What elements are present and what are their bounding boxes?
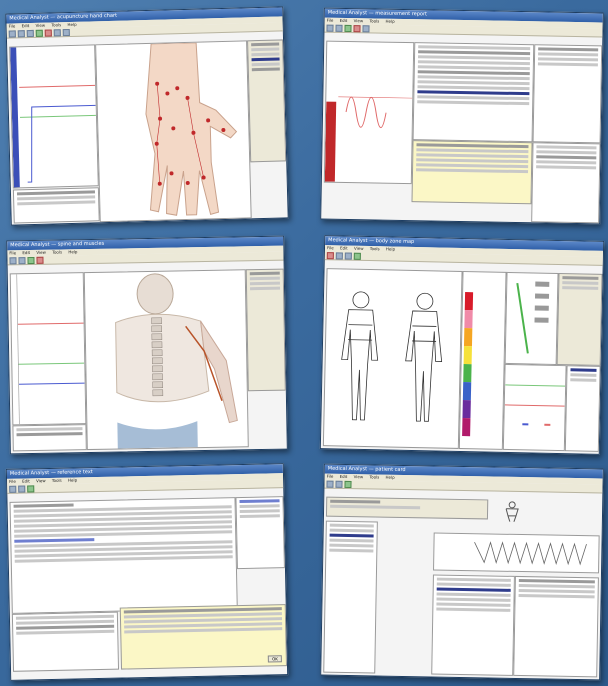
spine-diagram (83, 269, 249, 451)
stop-icon[interactable] (353, 24, 361, 32)
patients-list (323, 520, 378, 674)
open-icon[interactable] (335, 251, 343, 259)
play-icon[interactable] (353, 252, 361, 260)
settings-icon[interactable] (62, 28, 70, 36)
related-topics (235, 496, 285, 570)
open-icon[interactable] (8, 29, 16, 38)
open-icon[interactable] (9, 485, 17, 493)
menu-tools[interactable]: Tools (52, 478, 62, 483)
tooltip-popup: OK (119, 604, 288, 670)
menu-view[interactable]: View (36, 478, 46, 483)
play-icon[interactable] (27, 256, 35, 264)
results-list (412, 42, 535, 143)
menu-tools[interactable]: Tools (369, 18, 379, 23)
stop-icon[interactable] (36, 256, 44, 264)
open-icon[interactable] (326, 480, 334, 488)
menu-edit[interactable]: Edit (22, 478, 30, 483)
menu-edit[interactable]: Edit (22, 250, 30, 255)
save-icon[interactable] (17, 29, 25, 37)
save-icon[interactable] (335, 480, 343, 488)
menu-edit[interactable]: Edit (22, 23, 30, 28)
recommendations-list (531, 142, 601, 224)
play-icon[interactable] (27, 484, 35, 492)
menu-help[interactable]: Help (386, 246, 395, 251)
menu-view[interactable]: View (354, 474, 364, 479)
menu-help[interactable]: Help (68, 249, 77, 254)
menu-edit[interactable]: Edit (340, 474, 348, 479)
screenshot-patient-card: Medical Analyst — patient card File Edit… (320, 463, 604, 681)
details-panel (513, 575, 599, 678)
menu-view[interactable]: View (36, 23, 46, 28)
diagnosis-note (411, 140, 533, 205)
menu-help[interactable]: Help (67, 22, 76, 27)
topics-list (11, 611, 120, 672)
menu-view[interactable]: View (354, 18, 364, 23)
save-icon[interactable] (344, 252, 352, 260)
session-wave-graph (433, 532, 600, 574)
screenshot-spine: Medical Analyst — spine and muscles File… (6, 235, 288, 455)
record-icon[interactable] (326, 251, 334, 259)
screenshot-body-map: Medical Analyst — body zone map File Edi… (319, 235, 605, 455)
diagnosis-list (431, 574, 515, 676)
menu-help[interactable]: Help (68, 477, 77, 482)
points-list (12, 187, 100, 224)
screenshot-report: Medical Analyst — measurement report Fil… (320, 7, 604, 225)
zones-list (12, 424, 87, 452)
open-icon[interactable] (9, 256, 17, 264)
menu-tools[interactable]: Tools (51, 22, 61, 27)
menu-view[interactable]: View (354, 246, 364, 251)
chart-icon[interactable] (362, 24, 370, 32)
popup-ok-button[interactable]: OK (267, 655, 282, 663)
play-icon[interactable] (35, 29, 43, 37)
play-icon[interactable] (344, 480, 352, 488)
zoom-icon[interactable] (53, 28, 61, 36)
play-icon[interactable] (344, 24, 352, 32)
meridian-diagram (504, 271, 559, 365)
body-outline-diagram (322, 268, 463, 449)
print-icon[interactable] (26, 29, 34, 37)
level-graph (9, 272, 87, 426)
controls-panel (556, 273, 603, 366)
screenshot-reference: Medical Analyst — reference text File Ed… (5, 463, 289, 681)
menu-file[interactable]: File (327, 18, 334, 23)
menu-edit[interactable]: Edit (340, 245, 348, 250)
save-icon[interactable] (18, 256, 26, 264)
values-table (564, 365, 601, 452)
signal-graph (323, 40, 415, 185)
stop-icon[interactable] (44, 28, 52, 37)
menu-file[interactable]: File (9, 250, 16, 255)
patient-header (325, 496, 489, 520)
hand-diagram (95, 40, 252, 223)
menu-help[interactable]: Help (386, 19, 395, 24)
tool-panel (245, 268, 286, 392)
menu-file[interactable]: File (327, 245, 334, 250)
menu-file[interactable]: File (327, 474, 334, 479)
menu-file[interactable]: File (9, 23, 16, 28)
tool-panel (247, 39, 287, 163)
menu-tools[interactable]: Tools (369, 474, 379, 479)
open-icon[interactable] (326, 24, 334, 32)
person-icon (500, 500, 524, 523)
menu-view[interactable]: View (36, 250, 46, 255)
options-tree (532, 44, 603, 144)
menu-tools[interactable]: Tools (52, 249, 62, 254)
indicator-graph (502, 363, 567, 452)
measurement-graph (9, 44, 99, 189)
screenshot-hand-chart: Medical Analyst — acupuncture hand chart… (5, 6, 289, 226)
menu-edit[interactable]: Edit (340, 18, 348, 23)
menu-help[interactable]: Help (386, 475, 395, 480)
article-text (9, 497, 238, 614)
save-icon[interactable] (335, 24, 343, 32)
save-icon[interactable] (18, 485, 26, 493)
menu-tools[interactable]: Tools (370, 246, 380, 251)
zone-color-legend (458, 270, 507, 450)
menu-file[interactable]: File (9, 479, 16, 484)
